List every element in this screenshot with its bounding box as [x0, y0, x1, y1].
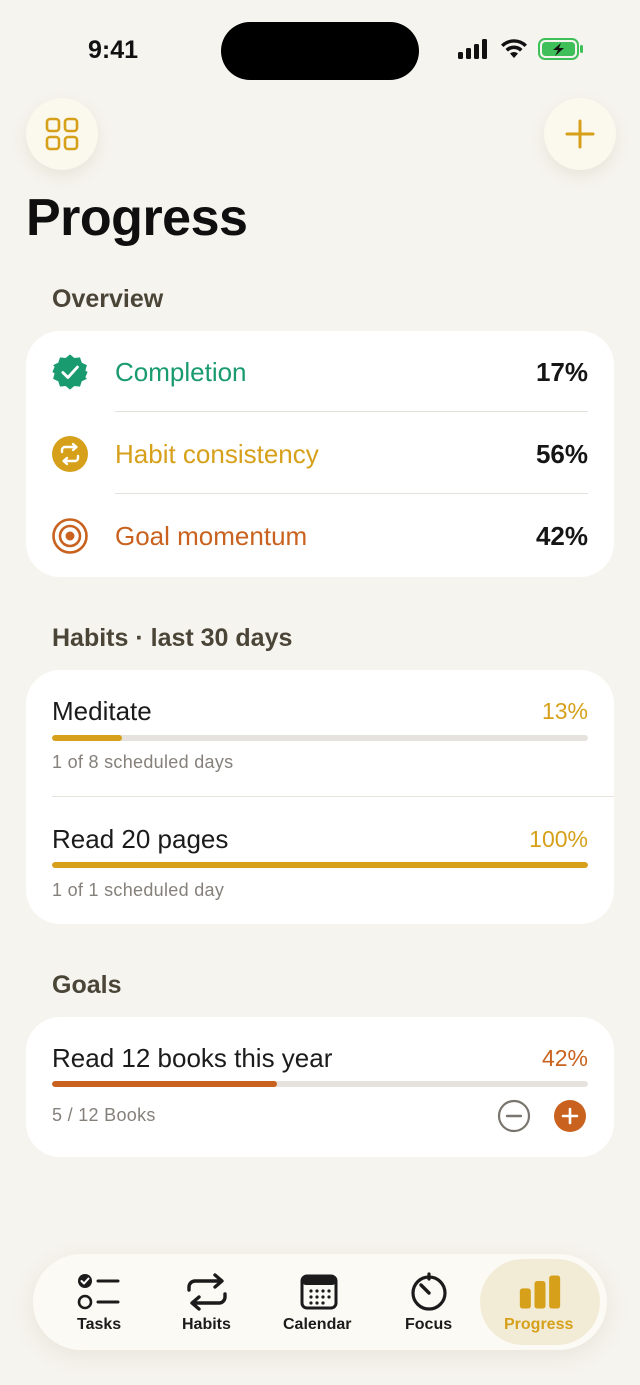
overview-row-goal-momentum[interactable]: Goal momentum 42% [26, 495, 614, 577]
habit-progress-fill [52, 735, 122, 741]
tab-label: Calendar [283, 1316, 352, 1333]
tab-tasks[interactable]: Tasks [55, 1254, 143, 1350]
goal-momentum-label: Goal momentum [115, 520, 308, 551]
goal-progress-fill [52, 1081, 278, 1087]
goal-count-text: 5 / 12 Books [52, 1105, 156, 1125]
battery-charging-icon [538, 38, 583, 60]
divider [52, 796, 614, 797]
habit-consistency-label: Habit consistency [115, 438, 319, 469]
tab-label: Tasks [77, 1316, 122, 1333]
completion-value: 17% [535, 356, 588, 387]
grid-icon [45, 117, 79, 151]
target-icon [51, 517, 89, 555]
tab-bar: Tasks Habits Calendar Focus Progress [33, 1254, 607, 1350]
goal-progress-bar [52, 1081, 588, 1087]
tab-label: Progress [504, 1316, 574, 1333]
tab-label: Habits [182, 1316, 231, 1333]
habit-progress-fill [52, 862, 588, 868]
tab-calendar[interactable]: Calendar [273, 1254, 365, 1350]
plus-circle-icon [554, 1100, 586, 1132]
overview-row-completion[interactable]: Completion 17% [26, 331, 614, 413]
decrement-button[interactable] [497, 1099, 531, 1133]
calendar-icon [297, 1272, 341, 1312]
bar-chart-icon [518, 1272, 562, 1312]
status-icons [458, 38, 584, 60]
divider [115, 493, 588, 494]
dynamic-island [221, 22, 419, 80]
tab-label: Focus [405, 1316, 453, 1333]
plus-icon [565, 119, 595, 149]
habit-consistency-value: 56% [535, 438, 588, 469]
habit-percent: 13% [541, 698, 588, 724]
page-title: Progress [26, 189, 248, 247]
divider [115, 411, 588, 412]
increment-button[interactable] [553, 1099, 587, 1133]
overview-section-label: Overview [52, 285, 164, 313]
goal-momentum-value: 42% [535, 520, 588, 551]
goals-section-label: Goals [52, 971, 122, 999]
habits-section-label: Habits · last 30 days [52, 624, 293, 652]
goal-percent: 42% [541, 1045, 588, 1071]
habits-card: Meditate 13% 1 of 8 scheduled days Read … [26, 670, 614, 924]
habit-progress-bar [52, 862, 588, 868]
timer-icon [407, 1272, 451, 1312]
wifi-icon [501, 39, 527, 58]
status-time: 9:41 [88, 36, 139, 64]
add-button[interactable] [544, 98, 616, 170]
progress-screen: 9:41 Progress Overview Completion 17% Ha… [0, 0, 640, 1385]
habit-schedule-text: 1 of 8 scheduled days [52, 752, 234, 772]
habit-name: Read 20 pages [52, 824, 229, 854]
repeat-arrows-icon [185, 1272, 229, 1312]
overview-row-habit-consistency[interactable]: Habit consistency 56% [26, 413, 614, 495]
tab-progress[interactable]: Progress [480, 1254, 600, 1350]
habit-name: Meditate [52, 696, 152, 726]
goals-card: Read 12 books this year 42% 5 / 12 Books [26, 1017, 614, 1157]
habit-percent: 100% [529, 826, 588, 852]
tasks-checklist-icon [77, 1272, 121, 1312]
goal-name: Read 12 books this year [52, 1043, 333, 1073]
verified-check-icon [51, 353, 89, 391]
overview-card: Completion 17% Habit consistency 56% Goa… [26, 331, 614, 577]
habit-progress-bar [52, 735, 588, 741]
cellular-signal-icon [458, 39, 487, 59]
minus-circle-icon [497, 1099, 531, 1133]
tab-focus[interactable]: Focus [385, 1254, 473, 1350]
completion-label: Completion [115, 356, 247, 387]
habit-schedule-text: 1 of 1 scheduled day [52, 880, 225, 900]
grid-menu-button[interactable] [26, 98, 98, 170]
repeat-circle-icon [51, 435, 89, 473]
tab-habits[interactable]: Habits [163, 1254, 251, 1350]
